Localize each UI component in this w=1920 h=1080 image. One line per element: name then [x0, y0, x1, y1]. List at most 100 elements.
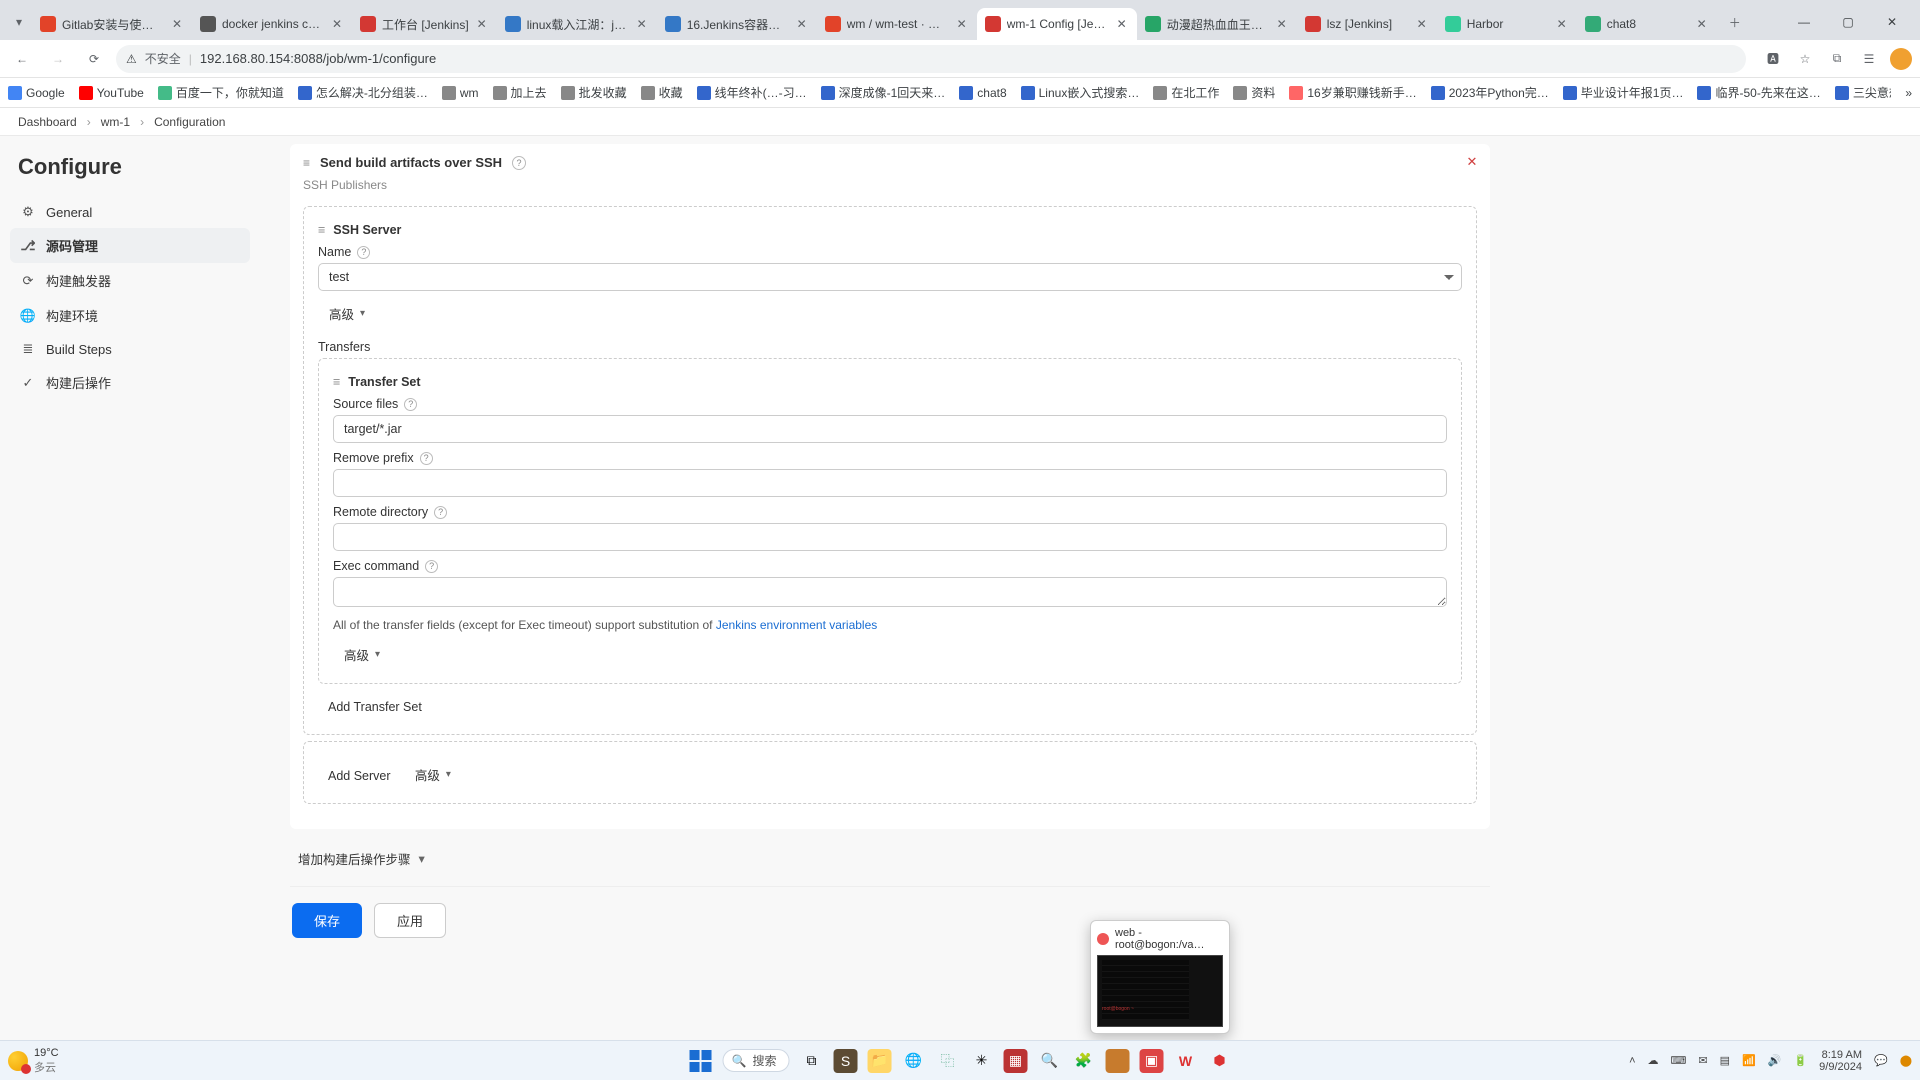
extension-icon[interactable]: ⧉ [1826, 48, 1848, 70]
add-server-button[interactable]: Add Server [318, 763, 401, 789]
taskbar-weather[interactable]: 19°C 多云 [8, 1047, 59, 1075]
taskbar-clock[interactable]: 8:19 AM9/9/2024 [1819, 1049, 1862, 1073]
tab-close-icon[interactable]: ✕ [1275, 17, 1289, 31]
crumb-dashboard[interactable]: Dashboard [18, 115, 77, 129]
browser-tab[interactable]: lsz [Jenkins] ✕ [1297, 8, 1437, 40]
bookmark-item[interactable]: 百度一下，你就知道 [158, 84, 284, 101]
tray-overflow-icon[interactable]: ˄ [1629, 1055, 1635, 1067]
bookmark-item[interactable]: 批发收藏 [561, 84, 627, 101]
card-remove-button[interactable]: ✕ [1463, 153, 1481, 171]
tab-close-icon[interactable]: ✕ [170, 17, 184, 31]
nav-forward[interactable]: → [44, 45, 72, 73]
browser-tab[interactable]: 16.Jenkins容器构建使用… ✕ [657, 8, 817, 40]
browser-tab[interactable]: wm-1 Config [Jenkins] ✕ [977, 8, 1137, 40]
drag-handle-icon[interactable]: ≡ [318, 223, 325, 237]
browser-tab[interactable]: 工作台 [Jenkins] ✕ [352, 8, 497, 40]
volume-icon[interactable]: 🔊 [1768, 1054, 1782, 1067]
remove-prefix-input[interactable] [333, 469, 1447, 497]
tab-close-icon[interactable]: ✕ [1695, 17, 1709, 31]
nav-reload[interactable]: ⟳ [80, 45, 108, 73]
browser-tab[interactable]: chat8 ✕ [1577, 8, 1717, 40]
bookmark-item[interactable]: YouTube [79, 86, 144, 100]
browser-tab[interactable]: Gitlab安装与使用（cent… ✕ [32, 8, 192, 40]
taskbar-app[interactable]: ✳ [969, 1049, 993, 1073]
tab-menu-button[interactable]: ▾ [10, 8, 28, 36]
bookmark-item[interactable]: 线年终补(…-习… [697, 84, 807, 101]
exec-command-input[interactable] [333, 577, 1447, 607]
remote-directory-input[interactable] [333, 523, 1447, 551]
taskbar-preview[interactable]: web - root@bogon:/va… root@bogon ~ [1090, 920, 1230, 1034]
bookmark-item[interactable]: 三尖意想完川卖… [1835, 84, 1892, 101]
bookmark-item[interactable]: Linux嵌入式搜索… [1021, 84, 1140, 101]
browser-tab[interactable]: wm / wm-test · GitLab … ✕ [817, 8, 977, 40]
sidebar-item[interactable]: ✓构建后操作 [10, 365, 250, 400]
tray-icon[interactable]: ⬤ [1900, 1054, 1912, 1067]
bookmark-item[interactable]: 加上去 [493, 84, 547, 101]
tab-close-icon[interactable]: ✕ [635, 17, 649, 31]
drag-handle-icon[interactable]: ≡ [303, 156, 310, 170]
tab-close-icon[interactable]: ✕ [1115, 17, 1129, 31]
add-transfer-set-button[interactable]: Add Transfer Set [318, 694, 432, 720]
onedrive-icon[interactable]: ☁ [1648, 1054, 1659, 1067]
tab-close-icon[interactable]: ✕ [795, 17, 809, 31]
help-icon[interactable]: ? [404, 398, 417, 411]
taskbar-app[interactable]: ⿻ [935, 1049, 959, 1073]
taskbar-app[interactable] [1105, 1049, 1129, 1073]
crumb-config[interactable]: Configuration [154, 115, 225, 129]
tab-close-icon[interactable]: ✕ [475, 17, 489, 31]
bookmark-item[interactable]: 16岁兼职赚钱新手… [1289, 84, 1416, 101]
notifications-icon[interactable]: 💬 [1874, 1054, 1888, 1067]
sidebar-item[interactable]: ⟳构建触发器 [10, 263, 250, 298]
taskbar-terminal[interactable]: ▣ [1139, 1049, 1163, 1073]
sidebar-item[interactable]: ⎇源码管理 [10, 228, 250, 263]
battery-icon[interactable]: 🔋 [1793, 1054, 1807, 1067]
taskbar-app[interactable]: W [1173, 1049, 1197, 1073]
transfer-advanced-button[interactable]: 高级▾ [333, 640, 391, 669]
window-close[interactable]: ✕ [1870, 8, 1914, 36]
apply-button[interactable]: 应用 [374, 903, 446, 938]
taskbar-chrome[interactable]: 🌐 [901, 1049, 925, 1073]
bookmark-item[interactable]: 在北工作 [1153, 84, 1219, 101]
crumb-job[interactable]: wm-1 [101, 115, 130, 129]
drag-handle-icon[interactable]: ≡ [333, 375, 340, 389]
profile-avatar[interactable] [1890, 48, 1912, 70]
taskbar-app[interactable]: ▦ [1003, 1049, 1027, 1073]
source-files-input[interactable] [333, 415, 1447, 443]
sidebar-item[interactable]: 🌐构建环境 [10, 298, 250, 333]
nav-back[interactable]: ← [8, 45, 36, 73]
bookmark-item[interactable]: chat8 [959, 86, 1006, 100]
window-maximize[interactable]: ▢ [1826, 8, 1870, 36]
browser-tab[interactable]: Harbor ✕ [1437, 8, 1577, 40]
env-vars-link[interactable]: Jenkins environment variables [716, 618, 877, 632]
bookmark-item[interactable]: Google [8, 86, 65, 100]
tab-close-icon[interactable]: ✕ [330, 17, 344, 31]
address-bar[interactable]: ⚠ 不安全 | 192.168.80.154:8088/job/wm-1/con… [116, 45, 1746, 73]
bookmark-item[interactable]: 毕业设计年报1页… [1563, 84, 1684, 101]
browser-tab[interactable]: linux载入江湖：jenkins… ✕ [497, 8, 657, 40]
tab-close-icon[interactable]: ✕ [955, 17, 969, 31]
task-view-button[interactable]: ⧉ [799, 1049, 823, 1073]
bookmark-star-icon[interactable]: ☆ [1794, 48, 1816, 70]
bookmarks-overflow[interactable]: » [1905, 86, 1912, 100]
ssh-server-name-select[interactable]: test [318, 263, 1462, 291]
bookmark-item[interactable]: 收藏 [641, 84, 683, 101]
tab-close-icon[interactable]: ✕ [1415, 17, 1429, 31]
ssh-server-advanced-button[interactable]: 高级▾ [318, 299, 376, 328]
taskbar-app[interactable]: 🧩 [1071, 1049, 1095, 1073]
wifi-icon[interactable]: 📶 [1742, 1054, 1756, 1067]
taskbar-search[interactable]: 🔍 搜索 [723, 1049, 790, 1072]
start-button[interactable] [689, 1049, 713, 1073]
sidebar-item[interactable]: ⚙General [10, 196, 250, 228]
window-minimize[interactable]: ― [1782, 8, 1826, 36]
save-button[interactable]: 保存 [292, 903, 362, 938]
bookmark-item[interactable]: wm [442, 86, 479, 100]
taskbar-app[interactable]: ⬢ [1207, 1049, 1231, 1073]
publisher-advanced-button[interactable]: 高级▾ [404, 760, 462, 789]
help-icon[interactable]: ? [512, 156, 526, 170]
help-icon[interactable]: ? [357, 246, 370, 259]
bookmark-item[interactable]: 怎么解决-北分组装… [298, 84, 428, 101]
bookmark-item[interactable]: 深度成像-1回天来… [821, 84, 946, 101]
help-icon[interactable]: ? [425, 560, 438, 573]
translate-icon[interactable]: 🅰 [1762, 48, 1784, 70]
help-icon[interactable]: ? [420, 452, 433, 465]
